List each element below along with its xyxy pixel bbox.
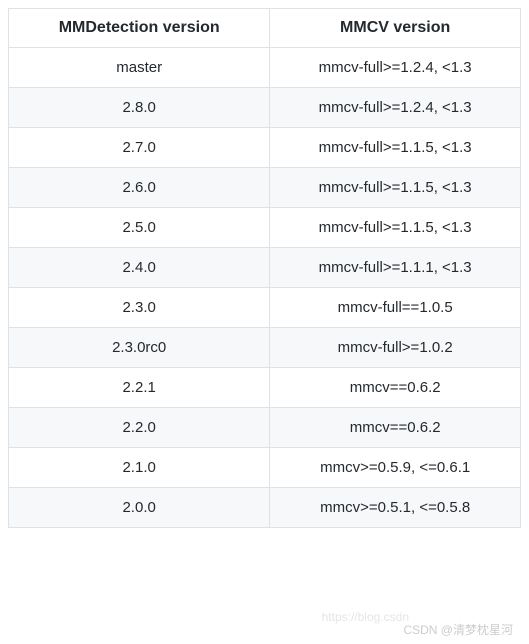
table-row: 2.2.1 mmcv==0.6.2 [9,368,521,408]
cell-mmcv-version: mmcv==0.6.2 [270,368,521,408]
cell-mmcv-version: mmcv>=0.5.1, <=0.5.8 [270,488,521,528]
header-mmdetection: MMDetection version [9,9,270,48]
cell-mmdetection-version: 2.3.0 [9,288,270,328]
cell-mmcv-version: mmcv-full==1.0.5 [270,288,521,328]
cell-mmdetection-version: 2.0.0 [9,488,270,528]
cell-mmcv-version: mmcv-full>=1.1.5, <1.3 [270,128,521,168]
watermark-url: https://blog.csdn [322,610,409,624]
watermark-attribution: CSDN @清梦枕星河 [403,621,513,638]
table-row: 2.2.0 mmcv==0.6.2 [9,408,521,448]
cell-mmdetection-version: 2.2.0 [9,408,270,448]
cell-mmdetection-version: 2.5.0 [9,208,270,248]
cell-mmcv-version: mmcv-full>=1.1.1, <1.3 [270,248,521,288]
table-row: 2.5.0 mmcv-full>=1.1.5, <1.3 [9,208,521,248]
cell-mmcv-version: mmcv-full>=1.1.5, <1.3 [270,168,521,208]
cell-mmdetection-version: 2.4.0 [9,248,270,288]
cell-mmdetection-version: 2.2.1 [9,368,270,408]
cell-mmcv-version: mmcv==0.6.2 [270,408,521,448]
cell-mmcv-version: mmcv-full>=1.2.4, <1.3 [270,48,521,88]
version-compatibility-table: MMDetection version MMCV version master … [8,8,521,528]
table-row: 2.1.0 mmcv>=0.5.9, <=0.6.1 [9,448,521,488]
cell-mmcv-version: mmcv>=0.5.9, <=0.6.1 [270,448,521,488]
table-row: 2.3.0 mmcv-full==1.0.5 [9,288,521,328]
table-row: master mmcv-full>=1.2.4, <1.3 [9,48,521,88]
cell-mmdetection-version: 2.1.0 [9,448,270,488]
table-row: 2.4.0 mmcv-full>=1.1.1, <1.3 [9,248,521,288]
cell-mmcv-version: mmcv-full>=1.2.4, <1.3 [270,88,521,128]
version-table-container: MMDetection version MMCV version master … [0,0,529,536]
cell-mmdetection-version: 2.8.0 [9,88,270,128]
cell-mmcv-version: mmcv-full>=1.0.2 [270,328,521,368]
cell-mmdetection-version: 2.7.0 [9,128,270,168]
header-mmcv: MMCV version [270,9,521,48]
table-row: 2.0.0 mmcv>=0.5.1, <=0.5.8 [9,488,521,528]
cell-mmdetection-version: master [9,48,270,88]
table-header-row: MMDetection version MMCV version [9,9,521,48]
table-row: 2.6.0 mmcv-full>=1.1.5, <1.3 [9,168,521,208]
table-row: 2.3.0rc0 mmcv-full>=1.0.2 [9,328,521,368]
cell-mmdetection-version: 2.6.0 [9,168,270,208]
cell-mmdetection-version: 2.3.0rc0 [9,328,270,368]
table-row: 2.8.0 mmcv-full>=1.2.4, <1.3 [9,88,521,128]
cell-mmcv-version: mmcv-full>=1.1.5, <1.3 [270,208,521,248]
table-row: 2.7.0 mmcv-full>=1.1.5, <1.3 [9,128,521,168]
